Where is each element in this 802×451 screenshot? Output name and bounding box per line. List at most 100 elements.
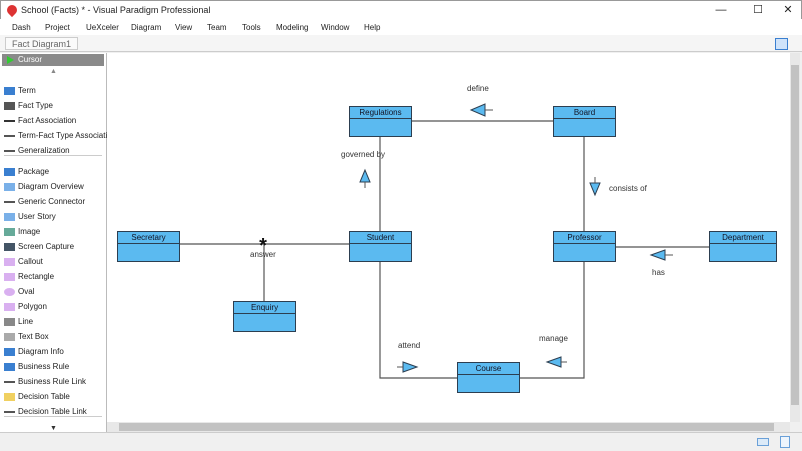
diagram-toolbar: Cursor ▲ Term Fact Type Fact Association Te… [0, 53, 116, 432]
palette-item-label: Decision Table [18, 392, 70, 401]
palette-icon [4, 131, 15, 140]
horizontal-scrollbar[interactable] [107, 422, 790, 432]
palette-item-label: Fact Type [18, 101, 53, 110]
palette-item-label: Term [18, 86, 36, 95]
menu-modeling[interactable]: Modeling [276, 23, 308, 32]
palette-item-image[interactable]: Image [4, 225, 40, 239]
term-secretary[interactable]: Secretary [117, 231, 180, 262]
palette-item-diagram-overview[interactable]: Diagram Overview [4, 180, 84, 194]
note-icon[interactable] [780, 436, 790, 448]
arrow-down-icon [589, 182, 601, 197]
term-regulations[interactable]: Regulations [349, 106, 412, 137]
connectors: * [179, 103, 709, 379]
palette-item-fact-association[interactable]: Fact Association [4, 114, 76, 128]
palette-item-fact-type[interactable]: Fact Type [4, 99, 53, 113]
palette-item-oval[interactable]: Oval [4, 285, 34, 299]
palette-item-callout[interactable]: Callout [4, 255, 43, 269]
term-department[interactable]: Department [709, 231, 777, 262]
scroll-down-icon[interactable]: ▼ [50, 425, 57, 432]
palette-cursor[interactable]: Cursor [2, 54, 104, 66]
palette-item-label: Oval [18, 287, 35, 296]
diagram-canvas[interactable]: * Regulations Board Secretary Student Pr… [107, 53, 790, 422]
fact-label-attend[interactable]: attend [398, 341, 420, 350]
palette-icon [4, 257, 15, 266]
menu-uexceler[interactable]: UeXceler [86, 23, 119, 32]
menu-tools[interactable]: Tools [242, 23, 261, 32]
palette-item-label: Image [18, 227, 41, 236]
palette-item-screen-capture[interactable]: Screen Capture [4, 240, 74, 254]
mail-icon[interactable] [757, 438, 769, 446]
palette-item-term[interactable]: Term [4, 84, 36, 98]
palette-item-label: User Story [18, 212, 56, 221]
term-name: Enquiry [234, 302, 295, 314]
palette-item-term-fact-type-association[interactable]: Term-Fact Type Association [4, 129, 116, 143]
term-professor[interactable]: Professor [553, 231, 616, 262]
term-name: Regulations [350, 107, 411, 119]
palette-item-package[interactable]: Package [4, 165, 49, 179]
term-course[interactable]: Course [457, 362, 520, 393]
palette-item-label: Package [18, 167, 50, 176]
minimize-button[interactable]: — [706, 3, 736, 18]
menu-dash[interactable]: Dash [12, 23, 31, 32]
status-bar [0, 432, 802, 451]
fact-label-has[interactable]: has [652, 268, 665, 277]
palette-item-diagram-info[interactable]: Diagram Info [4, 345, 64, 359]
palette-item-generic-connector[interactable]: Generic Connector [4, 195, 85, 209]
close-button[interactable]: ✕ [773, 3, 802, 18]
breadcrumb-fact-diagram[interactable]: Fact Diagram1 [5, 37, 79, 50]
palette-icon [4, 347, 15, 356]
fact-label-consists-of[interactable]: consists of [609, 184, 647, 193]
term-enquiry[interactable]: Enquiry [233, 301, 296, 332]
term-name: Board [554, 107, 615, 119]
palette-item-label: Generalization [18, 146, 70, 155]
fact-label-manage[interactable]: manage [539, 334, 568, 343]
menu-window[interactable]: Window [321, 23, 349, 32]
palette-item-label: Screen Capture [18, 242, 75, 251]
palette-icon [4, 227, 15, 236]
palette-icon [4, 242, 15, 251]
term-name: Professor [554, 232, 615, 244]
menu-team[interactable]: Team [207, 23, 227, 32]
palette-item-business-rule-link[interactable]: Business Rule Link [4, 375, 86, 389]
palette-item-label: Callout [18, 257, 43, 266]
fact-label-answer[interactable]: answer [250, 250, 276, 259]
arrow-left-icon [649, 249, 666, 261]
scroll-up-icon[interactable]: ▲ [50, 68, 57, 75]
menu-project[interactable]: Project [45, 23, 70, 32]
maximize-button[interactable]: ☐ [743, 3, 773, 18]
term-student[interactable]: Student [349, 231, 412, 262]
palette-item-line[interactable]: Line [4, 315, 33, 329]
palette-icon [4, 272, 15, 281]
divider [4, 155, 102, 156]
palette-icon [4, 407, 15, 416]
term-name: Course [458, 363, 519, 375]
palette-item-label: Rectangle [18, 272, 55, 281]
arrow-up-icon [359, 168, 371, 183]
palette-item-label: Decision Table Link [18, 407, 87, 416]
palette-item-polygon[interactable]: Polygon [4, 300, 47, 314]
palette-item-label: Line [18, 317, 34, 326]
menu-diagram[interactable]: Diagram [131, 23, 161, 32]
fact-label-define[interactable]: define [467, 84, 489, 93]
palette-icon [4, 287, 15, 296]
palette-icon [4, 392, 15, 401]
term-name: Secretary [118, 232, 179, 244]
menu-bar: Dash Project UeXceler Diagram View Team … [0, 19, 802, 35]
fact-label-governed-by[interactable]: governed by [341, 150, 385, 159]
palette-item-rectangle[interactable]: Rectangle [4, 270, 54, 284]
palette-icon [4, 146, 15, 155]
breadcrumb-bar: Fact Diagram1 [0, 35, 802, 52]
vertical-scrollbar[interactable] [790, 53, 800, 422]
palette-icon [4, 362, 15, 371]
menu-help[interactable]: Help [364, 23, 380, 32]
menu-view[interactable]: View [175, 23, 192, 32]
term-board[interactable]: Board [553, 106, 616, 137]
palette-item-decision-table[interactable]: Decision Table [4, 390, 70, 404]
palette-icon [4, 212, 15, 221]
connector-attend [379, 261, 457, 379]
arrow-left-icon [469, 103, 487, 117]
palette-item-business-rule[interactable]: Business Rule [4, 360, 69, 374]
palette-item-user-story[interactable]: User Story [4, 210, 56, 224]
diagram-navigator-icon[interactable] [775, 38, 788, 50]
palette-item-text-box[interactable]: Text Box [4, 330, 49, 344]
